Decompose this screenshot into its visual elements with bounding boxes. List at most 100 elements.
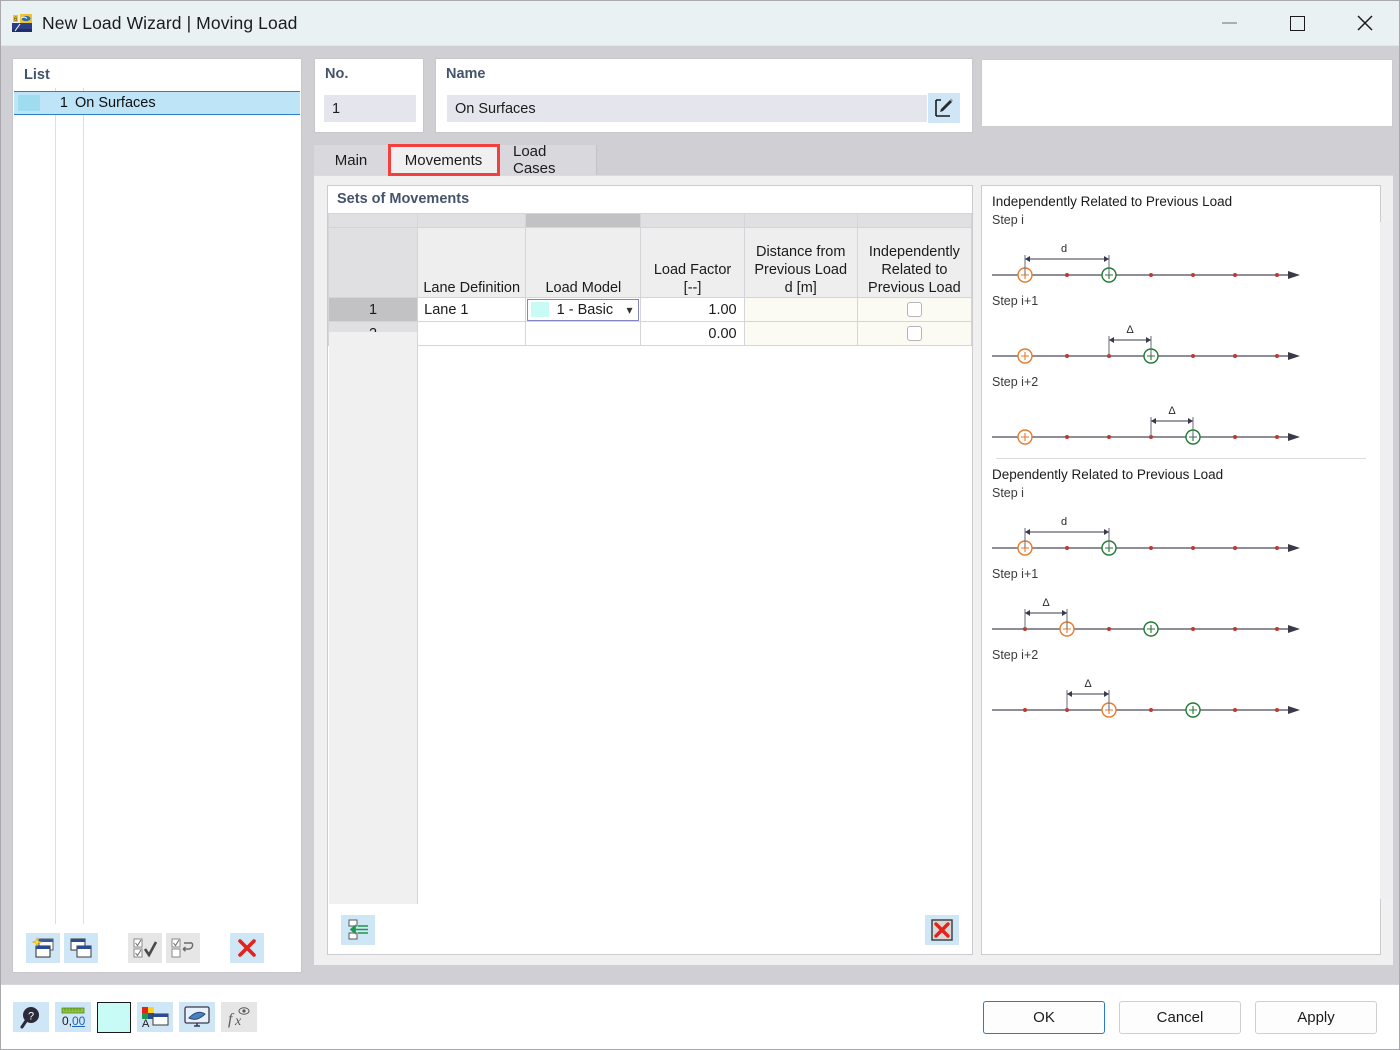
help-magnifier-icon[interactable]: ? <box>13 1002 49 1032</box>
color-swatch-icon[interactable] <box>97 1001 131 1033</box>
header-load-model[interactable]: Load Model <box>525 227 642 298</box>
diagram-step-i1-independent: Δ <box>992 324 1300 364</box>
tab-main[interactable]: Main <box>314 145 389 175</box>
cell-distance[interactable] <box>743 297 858 322</box>
name-input[interactable]: On Surfaces <box>447 95 927 122</box>
list-item-number: 1 <box>59 95 68 111</box>
cell-load-factor[interactable]: 1.00 <box>640 297 745 322</box>
diagram-step-i-independent: d <box>992 243 1300 283</box>
chevron-down-icon[interactable]: ▾ <box>620 303 638 317</box>
diagram-step-i1-dependent: Δ <box>992 597 1300 637</box>
group-header-cell <box>640 213 745 228</box>
list-panel: List 1 On Surfaces <box>12 58 302 973</box>
cell-independently-related[interactable] <box>856 321 973 346</box>
cell-lane-definition[interactable] <box>417 321 527 346</box>
list-item[interactable]: 1 On Surfaces <box>14 91 300 115</box>
header-distance[interactable]: Distance from Previous Load d [m] <box>743 227 858 298</box>
diagram-step-label: Step i+1 <box>992 567 1039 581</box>
independently-related-checkbox[interactable] <box>906 326 922 342</box>
list-item-color-swatch <box>18 95 40 111</box>
diagram-step-label: Step i <box>992 486 1024 500</box>
svg-text:f: f <box>228 1011 235 1028</box>
cell-load-model[interactable]: 1 - Basic ▾ <box>525 297 642 322</box>
diagram-scrollbar[interactable] <box>1380 222 1392 899</box>
svg-text:Δ: Δ <box>1168 405 1176 417</box>
header-load-model-label: Load Model <box>545 279 622 296</box>
tab-load-cases-label: Load Cases <box>513 143 556 177</box>
row-number: 1 <box>327 297 419 322</box>
diagram-heading-dependent: Dependently Related to Previous Load <box>992 467 1224 482</box>
bottom-toolbar: ? 0, 00 A f x OK Cancel Apply <box>1 984 1399 1049</box>
close-button[interactable] <box>1331 1 1399 46</box>
svg-text:d: d <box>1061 516 1067 528</box>
load-model-value: 1 - Basic <box>556 301 614 318</box>
tab-page-movements: Sets of Movements Lane Definition Load M… <box>314 175 1393 965</box>
diagram-step-i-dependent: d <box>992 516 1300 556</box>
window-controls <box>1195 1 1399 46</box>
edit-pencil-icon[interactable] <box>928 93 960 123</box>
group-header-cell-selected[interactable] <box>525 213 642 228</box>
cell-lane-definition[interactable]: Lane 1 <box>417 297 527 322</box>
import-rows-icon[interactable] <box>341 915 375 945</box>
tab-movements-label: Movements <box>404 151 483 169</box>
header-lane-definition[interactable]: Lane Definition <box>417 227 527 298</box>
check-all-icon[interactable] <box>128 932 162 963</box>
list-item-label: On Surfaces <box>75 95 156 111</box>
dialog-button-group: OK Cancel Apply <box>983 1000 1399 1034</box>
cell-load-factor[interactable]: 0.00 <box>640 321 745 346</box>
color-letter-a-icon[interactable]: A <box>137 1002 173 1032</box>
sets-of-movements-table: Lane Definition Load Model Load Factor [… <box>327 213 973 346</box>
header-independently-related[interactable]: Independently Related to Previous Load <box>856 227 973 298</box>
header-load-factor[interactable]: Load Factor [--] <box>640 227 745 298</box>
table-row[interactable]: 2 0.00 <box>327 321 973 346</box>
column-header-row: Lane Definition Load Model Load Factor [… <box>327 227 973 298</box>
tab-load-cases[interactable]: Load Cases <box>499 143 597 177</box>
invert-check-icon[interactable] <box>166 932 200 963</box>
cell-load-model[interactable] <box>525 321 642 346</box>
tab-movements[interactable]: Movements <box>388 144 500 176</box>
diagram-step-label: Step i+2 <box>992 648 1039 662</box>
name-field-panel: Name On Surfaces <box>435 58 973 133</box>
number-input[interactable]: 1 <box>324 95 416 122</box>
diagram-step-label: Step i+2 <box>992 375 1039 389</box>
ok-button[interactable]: OK <box>983 1000 1105 1034</box>
header-rownum <box>327 227 419 298</box>
diagram-step-label: Step i <box>992 213 1024 227</box>
header-independent-line1: Independently <box>868 243 960 260</box>
independently-related-checkbox[interactable] <box>906 302 922 318</box>
new-window-star-icon[interactable] <box>26 932 60 963</box>
title-bar: 6 New Load Wizard | Moving Load <box>1 1 1399 46</box>
table-row[interactable]: 1 Lane 1 1 - Basic ▾ 1.00 <box>327 297 973 322</box>
diagram-block-independent: Independently Related to Previous Load S… <box>982 186 1380 459</box>
fx-formula-icon[interactable]: f x <box>221 1002 257 1032</box>
maximize-button[interactable] <box>1263 1 1331 46</box>
list-header: List <box>24 67 50 83</box>
window-title: New Load Wizard | Moving Load <box>42 12 298 33</box>
svg-text:Δ: Δ <box>1126 324 1134 336</box>
diagram-step-label: Step i+1 <box>992 294 1039 308</box>
header-lane-definition-label: Lane Definition <box>423 279 521 296</box>
cancel-button[interactable]: Cancel <box>1119 1000 1241 1034</box>
group-header-cell <box>856 213 973 228</box>
dialog-window: 6 New Load Wizard | Moving Load List 1 O… <box>0 0 1400 1050</box>
apply-button[interactable]: Apply <box>1255 1000 1377 1034</box>
minimize-button[interactable] <box>1195 1 1263 46</box>
sets-of-movements-panel: Sets of Movements Lane Definition Load M… <box>327 185 973 955</box>
grid-left-filler <box>329 332 418 904</box>
tab-strip: Main Movements Load Cases <box>314 143 1393 177</box>
monitor-render-icon[interactable] <box>179 1002 215 1032</box>
decimal-0-00-icon[interactable]: 0, 00 <box>55 1002 91 1032</box>
name-field-label: Name <box>446 66 486 82</box>
header-distance-line3: d [m] <box>784 279 817 296</box>
load-model-combobox[interactable]: 1 - Basic ▾ <box>527 298 640 321</box>
group-header-cell <box>417 213 527 228</box>
copy-windows-icon[interactable] <box>64 932 98 963</box>
diagram-step-i2-dependent: Δ <box>992 678 1300 718</box>
red-x-icon[interactable] <box>230 932 264 963</box>
cell-independently-related[interactable] <box>856 297 973 322</box>
group-header-row <box>327 213 973 228</box>
red-x-boxed-icon[interactable] <box>925 915 959 945</box>
diagram-heading-independent: Independently Related to Previous Load <box>992 194 1233 209</box>
cell-distance[interactable] <box>743 321 858 346</box>
header-distance-line1: Distance from <box>755 243 846 260</box>
